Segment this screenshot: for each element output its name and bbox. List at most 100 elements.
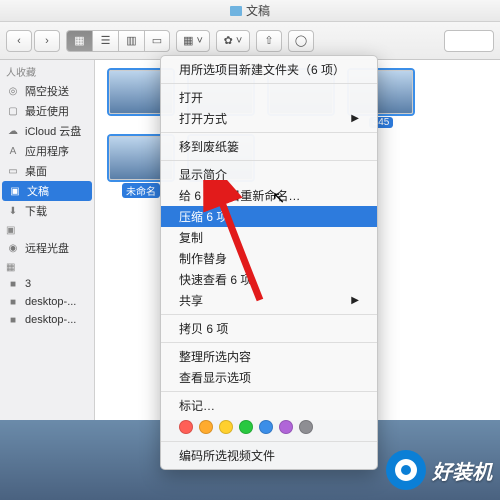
sidebar-section-tags: ▦ xyxy=(0,258,94,275)
menu-item[interactable]: 打开 xyxy=(161,87,377,108)
menu-separator xyxy=(161,441,377,442)
sidebar-item-label: desktop-... xyxy=(25,314,76,326)
tag-color[interactable] xyxy=(239,420,253,434)
sidebar-item-icon: ■ xyxy=(6,313,20,327)
sidebar-item-icon: ▢ xyxy=(6,104,20,118)
sidebar-item[interactable]: ■ desktop-... xyxy=(0,311,94,329)
sidebar-item[interactable]: ◎ 隔空投送 xyxy=(0,81,94,101)
column-view-button[interactable]: ▥ xyxy=(118,30,144,52)
sidebar-item-label: desktop-... xyxy=(25,296,76,308)
menu-item-label: 显示简介 xyxy=(179,166,227,183)
list-view-button[interactable]: ☰ xyxy=(92,30,118,52)
menu-item-label: 标记… xyxy=(179,397,215,414)
tag-color[interactable] xyxy=(279,420,293,434)
menu-item-label: 移到废纸篓 xyxy=(179,138,239,155)
menu-separator xyxy=(161,83,377,84)
menu-item[interactable]: 查看显示选项 xyxy=(161,367,377,388)
menu-separator xyxy=(161,314,377,315)
tag-color[interactable] xyxy=(299,420,313,434)
tag-color[interactable] xyxy=(259,420,273,434)
action-button[interactable]: ✿ ˅ xyxy=(216,30,250,52)
menu-item[interactable]: 给 6 个项目重新命名… xyxy=(161,185,377,206)
menu-item[interactable]: 移到废纸篓 xyxy=(161,136,377,157)
menu-item[interactable]: 快速查看 6 项 xyxy=(161,269,377,290)
menu-item-label: 共享 xyxy=(179,292,203,309)
sidebar-item-label: 文稿 xyxy=(27,183,49,199)
menu-item[interactable]: 标记… xyxy=(161,395,377,416)
forward-button[interactable]: › xyxy=(34,30,60,52)
sidebar-item-label: 3 xyxy=(25,278,31,290)
sidebar-item-icon: ◎ xyxy=(6,84,20,98)
sidebar-item[interactable]: ⬇下载 xyxy=(0,201,94,221)
menu-item[interactable]: 显示简介 xyxy=(161,164,377,185)
menu-item-label: 复制 xyxy=(179,229,203,246)
menu-tags-row xyxy=(161,416,377,438)
sidebar-item-icon: ⬇ xyxy=(6,204,20,218)
menu-item-label: 用所选项目新建文件夹（6 项） xyxy=(179,61,345,78)
sidebar-item[interactable]: ■3 xyxy=(0,275,94,293)
gallery-view-button[interactable]: ▭ xyxy=(144,30,170,52)
context-menu: 用所选项目新建文件夹（6 项）打开打开方式▶移到废纸篓显示简介给 6 个项目重新… xyxy=(160,55,378,470)
submenu-arrow-icon: ▶ xyxy=(351,295,359,306)
search-input[interactable] xyxy=(444,30,494,52)
menu-item-label: 打开方式 xyxy=(179,110,227,127)
nav-buttons: ‹ › xyxy=(6,30,60,52)
view-switcher: ▦ ☰ ▥ ▭ xyxy=(66,30,170,52)
folder-icon xyxy=(230,6,242,16)
sidebar-item-icon: ▭ xyxy=(6,164,20,178)
sidebar-item-label: 最近使用 xyxy=(25,103,69,119)
sidebar: 人收藏 ◎隔空投送▢最近使用☁iCloud 云盘A应用程序▭桌面▣文稿⬇下载 ▣… xyxy=(0,60,95,420)
watermark-text: 好装机 xyxy=(432,456,492,485)
icon-view-button[interactable]: ▦ xyxy=(66,30,92,52)
window-title: 文稿 xyxy=(246,2,270,19)
menu-item[interactable]: 整理所选内容 xyxy=(161,346,377,367)
sidebar-item-icon: A xyxy=(6,144,20,158)
sidebar-item-icon: ☁ xyxy=(6,124,20,138)
menu-item[interactable]: 打开方式▶ xyxy=(161,108,377,129)
menu-separator xyxy=(161,132,377,133)
menu-item[interactable]: 共享 ▶ xyxy=(161,290,377,311)
menu-item-label: 压缩 6 项 xyxy=(179,208,228,225)
sidebar-item[interactable]: ■ desktop-... xyxy=(0,293,94,311)
sidebar-item-icon: ▣ xyxy=(8,184,22,198)
titlebar[interactable]: 文稿 xyxy=(0,0,500,22)
menu-item-label: 查看显示选项 xyxy=(179,369,251,386)
menu-item[interactable]: 复制 xyxy=(161,227,377,248)
tag-color[interactable] xyxy=(179,420,193,434)
sidebar-item[interactable]: ☁iCloud 云盘 xyxy=(0,121,94,141)
sidebar-item-label: 桌面 xyxy=(25,163,47,179)
menu-item-label: 编码所选视频文件 xyxy=(179,447,275,464)
menu-item-label: 给 6 个项目重新命名… xyxy=(179,187,300,204)
sidebar-item-label: 应用程序 xyxy=(25,143,69,159)
menu-item[interactable]: 拷贝 6 项 xyxy=(161,318,377,339)
sidebar-item[interactable]: ◉远程光盘 xyxy=(0,238,94,258)
sidebar-item-icon: ◉ xyxy=(6,241,20,255)
menu-separator xyxy=(161,342,377,343)
sidebar-item[interactable]: ▭ 桌面 xyxy=(0,161,94,181)
sidebar-item[interactable]: ▢ 最近使用 xyxy=(0,101,94,121)
tags-button[interactable]: ◯ xyxy=(288,30,314,52)
sidebar-section-favorites: 人收藏 xyxy=(0,60,94,81)
menu-item[interactable]: 制作替身 xyxy=(161,248,377,269)
sidebar-item[interactable]: A 应用程序 xyxy=(0,141,94,161)
menu-item-label: 整理所选内容 xyxy=(179,348,251,365)
sidebar-item-icon: ■ xyxy=(6,295,20,309)
menu-separator xyxy=(161,160,377,161)
sidebar-item-label: 隔空投送 xyxy=(25,83,69,99)
share-button[interactable]: ⇧ xyxy=(256,30,282,52)
file-label: 未命名 xyxy=(122,183,160,198)
tag-color[interactable] xyxy=(199,420,213,434)
menu-item[interactable]: 用所选项目新建文件夹（6 项） xyxy=(161,59,377,80)
group-button[interactable]: ▦ ˅ xyxy=(176,30,210,52)
menu-separator xyxy=(161,391,377,392)
menu-item[interactable]: 编码所选视频文件 xyxy=(161,445,377,466)
watermark: 好装机 xyxy=(386,450,492,490)
menu-item-label: 打开 xyxy=(179,89,203,106)
watermark-logo-icon xyxy=(386,450,426,490)
tag-color[interactable] xyxy=(219,420,233,434)
sidebar-item[interactable]: ▣ 文稿 xyxy=(2,181,92,201)
sidebar-section-locations: ▣ xyxy=(0,221,94,238)
menu-item-label: 快速查看 6 项 xyxy=(179,271,252,288)
back-button[interactable]: ‹ xyxy=(6,30,32,52)
menu-item[interactable]: 压缩 6 项 xyxy=(161,206,377,227)
